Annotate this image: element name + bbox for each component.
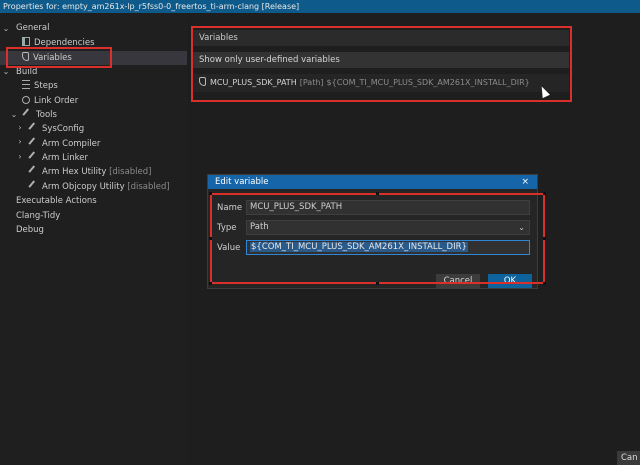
chevron-right-icon[interactable]: ›: [15, 152, 25, 161]
tool-icon: [28, 151, 40, 163]
tool-icon: [28, 180, 40, 192]
chevron-down-icon[interactable]: ⌄: [9, 110, 19, 119]
tree-item-label: Tools: [36, 110, 57, 120]
tree-item-label: Arm Compiler: [42, 139, 101, 149]
resize-handle: [376, 282, 379, 285]
tool-icon: [28, 137, 40, 149]
dependencies-icon: [22, 37, 30, 46]
chevron-right-icon[interactable]: ›: [15, 123, 25, 132]
chevron-down-icon[interactable]: ⌄: [1, 24, 11, 33]
variables-panel-highlight: [191, 26, 572, 102]
tree-item-arm-compiler[interactable]: Arm Compiler: [28, 137, 100, 151]
link-icon: [22, 96, 30, 104]
resize-handle: [543, 237, 546, 240]
disabled-tag: [disabled]: [127, 182, 170, 192]
resize-handle: [376, 192, 379, 195]
tree-item-label: Steps: [34, 81, 58, 91]
variables-item-highlight: [6, 47, 112, 68]
tree-item-link-order[interactable]: Link Order: [22, 94, 78, 108]
tree-item-arm-objcopy-utility[interactable]: Arm Objcopy Utility [disabled]: [28, 180, 170, 194]
resize-handle: [209, 282, 212, 285]
close-icon[interactable]: ×: [521, 175, 529, 189]
tree-item-label: SysConfig: [42, 124, 85, 134]
chevron-down-icon[interactable]: ⌄: [1, 67, 11, 76]
tools-icon: [22, 108, 34, 120]
dialog-fields-highlight: [210, 193, 545, 284]
tree-item-label: Link Order: [34, 96, 79, 106]
tree-item-arm-hex-utility[interactable]: Arm Hex Utility [disabled]: [28, 165, 151, 179]
tree-item-tools[interactable]: Tools: [22, 108, 57, 122]
resize-handle: [209, 237, 212, 240]
resize-handle: [543, 192, 546, 195]
tree-item-clang-tidy[interactable]: Clang-Tidy: [16, 209, 60, 223]
steps-icon: [22, 80, 30, 89]
tree-item-debug[interactable]: Debug: [16, 223, 44, 237]
resize-handle: [543, 282, 546, 285]
footer-cancel-button[interactable]: Can: [617, 451, 640, 465]
tree-item-arm-linker[interactable]: Arm Linker: [28, 151, 88, 165]
tree-item-label: Arm Objcopy Utility: [42, 182, 125, 192]
tree-item-label: Arm Hex Utility: [42, 167, 107, 177]
tool-icon: [28, 165, 40, 177]
window-title: Properties for: empty_am261x-lp_r5fss0-0…: [0, 0, 640, 13]
tree-item-label: Arm Linker: [42, 153, 88, 163]
tree-item-steps[interactable]: Steps: [22, 79, 58, 93]
dialog-title: Edit variable: [208, 175, 537, 189]
chevron-right-icon[interactable]: ›: [15, 137, 25, 146]
tree-item-general[interactable]: General: [16, 21, 50, 35]
tool-icon: [28, 122, 40, 134]
disabled-tag: [disabled]: [109, 167, 152, 177]
resize-handle: [209, 192, 212, 195]
tree-item-executable-actions[interactable]: Executable Actions: [16, 194, 97, 208]
tree-item-sysconfig[interactable]: SysConfig: [28, 122, 84, 136]
